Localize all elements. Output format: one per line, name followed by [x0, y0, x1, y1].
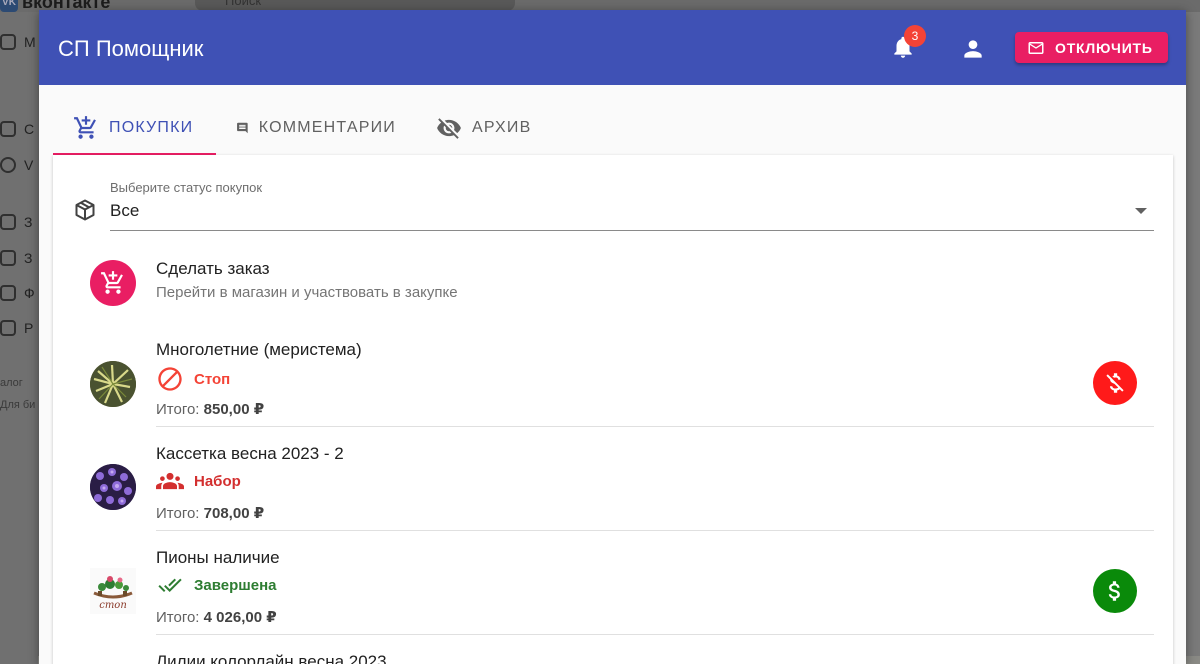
- apps-icon: [0, 121, 16, 137]
- mail-icon: [1028, 41, 1044, 54]
- vk-sidebar-label: З: [24, 250, 33, 266]
- cart-icon: [74, 115, 96, 139]
- status-select-label: Выберите статус покупок: [110, 180, 263, 195]
- status-select-value: Все: [110, 201, 140, 220]
- vk-sidebar-footer-text: Для би: [0, 399, 36, 411]
- bookmark-icon: [0, 250, 16, 266]
- vk-sidebar-item[interactable]: V: [0, 153, 40, 177]
- purchase-total-label: Итого:: [156, 505, 200, 522]
- file-icon: [0, 285, 16, 301]
- list-divider: [156, 426, 1154, 427]
- purchase-item[interactable]: стоп Пионы наличие Завершена Итого: 4 02…: [73, 541, 1154, 633]
- list-divider: [156, 634, 1154, 635]
- purchase-total-label: Итого:: [156, 609, 200, 626]
- vk-sidebar-item[interactable]: Р: [0, 316, 40, 340]
- purchase-status-label: Набор: [194, 472, 241, 490]
- vk-sidebar-item[interactable]: М: [0, 30, 40, 54]
- user-icon: [964, 40, 982, 58]
- purchase-total: Итого: 708,00 ₽: [156, 504, 264, 522]
- notifications-badge: 3: [904, 25, 926, 47]
- tab-purchases-label: ПОКУПКИ: [109, 118, 194, 136]
- purchase-item[interactable]: Кассетка весна 2023 - 2 Набор Итого: 708…: [73, 437, 1154, 529]
- make-order-subtitle: Перейти в магазин и участвовать в закупк…: [156, 284, 458, 301]
- vk-sidebar-item[interactable]: С: [0, 117, 40, 141]
- purchase-title: Кассетка весна 2023 - 2: [156, 444, 344, 463]
- list-divider: [156, 530, 1154, 531]
- make-order-title: Сделать заказ: [156, 259, 270, 278]
- dropdown-arrow-icon: [1135, 208, 1147, 214]
- purchase-item[interactable]: Многолетние (меристема) Стоп Итого: 850,…: [73, 333, 1154, 425]
- purchase-total: Итого: 850,00 ₽: [156, 400, 264, 418]
- purchase-total: Итого: 4 026,00 ₽: [156, 608, 277, 626]
- status-select[interactable]: Выберите статус покупок Все: [110, 177, 1154, 231]
- add-cart-icon: [101, 271, 123, 294]
- pay-icon: [0, 157, 16, 173]
- vk-sidebar-label: С: [24, 121, 35, 137]
- tab-comments[interactable]: КОММЕНТАРИИ: [216, 100, 416, 155]
- vk-sidebar-item[interactable]: З: [0, 210, 40, 234]
- vk-sidebar-item[interactable]: Ф: [0, 281, 40, 305]
- make-order-avatar: [90, 260, 136, 306]
- purchase-avatar: [90, 464, 136, 510]
- purchase-total-value: 4 026,00 ₽: [203, 609, 277, 626]
- tab-comments-label: КОММЕНТАРИИ: [258, 118, 396, 136]
- purchase-avatar-caption: стоп: [99, 600, 127, 611]
- purchase-title: Лилии колорлайн весна 2023: [156, 652, 387, 664]
- purchase-status-label: Стоп: [194, 370, 231, 388]
- make-order-item[interactable]: Сделать заказ Перейти в магазин и участв…: [73, 253, 1154, 313]
- done-all-icon: [158, 578, 182, 592]
- purchase-total-value: 708,00 ₽: [203, 505, 265, 522]
- disconnect-label: ОТКЛЮЧИТЬ: [1055, 39, 1153, 56]
- package-icon: [75, 199, 95, 221]
- vk-right-edge: [1186, 12, 1200, 664]
- comment-icon: [237, 122, 248, 133]
- purchase-status-label: Завершена: [194, 576, 277, 594]
- vk-sidebar-label: М: [24, 34, 36, 50]
- no-money-icon: [1106, 373, 1124, 393]
- purchase-title: Пионы наличие: [156, 548, 280, 567]
- vk-sidebar-footer-text: алог: [0, 377, 23, 389]
- tab-archive-label: АРХИВ: [472, 118, 532, 136]
- purchase-avatar: стоп: [90, 568, 136, 614]
- purchase-total-label: Итого:: [156, 401, 200, 418]
- purchase-total-value: 850,00 ₽: [203, 401, 265, 418]
- vk-sidebar-label: Р: [24, 320, 34, 336]
- vk-sidebar-item[interactable]: З: [0, 246, 40, 270]
- box-icon: [0, 214, 16, 230]
- status-select-icon: [73, 198, 97, 227]
- tab-bar: ПОКУПКИ КОММЕНТАРИИ АРХИВ: [53, 100, 571, 155]
- app-toolbar: СП Помощник 3 ОТКЛЮЧИТЬ: [39, 10, 1186, 85]
- purchases-card: Выберите статус покупок Все Сделать зака…: [53, 155, 1173, 664]
- tab-archive[interactable]: АРХИВ: [416, 100, 571, 155]
- eye-off-icon: [437, 117, 461, 139]
- vk-sidebar-label: Ф: [24, 285, 35, 301]
- sp-helper-window: СП Помощник 3 ОТКЛЮЧИТЬ ПОКУПКИ КОММЕНТА…: [39, 10, 1186, 664]
- ads-icon: [0, 320, 16, 336]
- payment-status-button[interactable]: [1093, 361, 1137, 405]
- purchase-title: Многолетние (меристема): [156, 340, 362, 359]
- disconnect-button[interactable]: ОТКЛЮЧИТЬ: [1015, 32, 1168, 63]
- vk-logo-badge: VK: [0, 0, 18, 12]
- purchase-avatar: [90, 361, 136, 407]
- purchase-item[interactable]: Лилии колорлайн весна 2023: [73, 645, 1154, 664]
- vk-sidebar-label: V: [24, 157, 34, 173]
- plant-image: [90, 361, 136, 407]
- messenger-icon: [0, 34, 16, 50]
- purchase-status: Набор: [156, 469, 241, 493]
- flowers-image: [90, 464, 136, 510]
- app-title: СП Помощник: [58, 36, 204, 61]
- account-button[interactable]: [956, 32, 990, 66]
- vk-sidebar: М С V З З Ф Р алог Для би: [0, 12, 38, 664]
- group-icon: [156, 472, 184, 490]
- dollar-icon: [1108, 581, 1120, 601]
- purchase-status: Завершена: [156, 573, 277, 597]
- peony-logo-image: [93, 576, 133, 599]
- block-icon: [158, 367, 182, 391]
- tab-purchases[interactable]: ПОКУПКИ: [53, 100, 216, 155]
- vk-sidebar-label: З: [24, 214, 33, 230]
- payment-status-button[interactable]: [1093, 569, 1137, 613]
- purchase-status: Стоп: [156, 365, 230, 393]
